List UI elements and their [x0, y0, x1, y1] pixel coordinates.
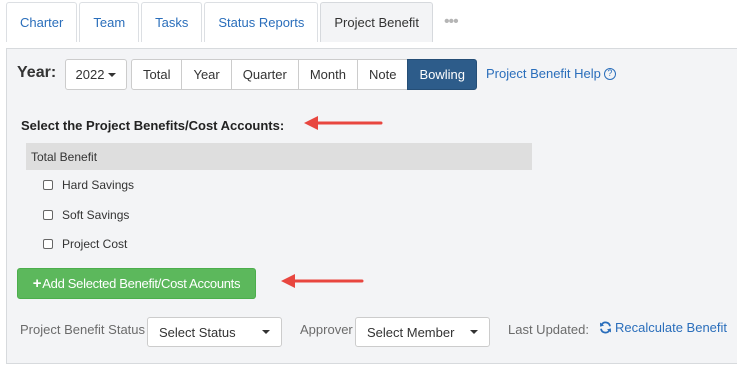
caret-down-icon: [262, 330, 270, 334]
account-soft-savings: Soft Savings: [43, 208, 129, 222]
project-benefit-help-link[interactable]: Project Benefit Help ?: [486, 66, 616, 81]
approver-dropdown[interactable]: Select Member: [355, 317, 490, 347]
view-month-button[interactable]: Month: [297, 59, 358, 90]
view-year-button[interactable]: Year: [181, 59, 232, 90]
account-label: Soft Savings: [62, 208, 130, 222]
tab-bar: Charter Team Tasks Status Reports Projec…: [6, 0, 467, 42]
project-benefit-panel: Year: 2022 Total Year Quarter Month Note…: [6, 48, 737, 364]
plus-icon: +: [32, 275, 42, 292]
project-cost-checkbox[interactable]: [43, 239, 53, 249]
recalculate-label: Recalculate Benefit: [615, 320, 728, 335]
total-benefit-header: Total Benefit: [26, 143, 532, 170]
account-project-cost: Project Cost: [43, 237, 127, 251]
more-tabs-icon[interactable]: •••: [435, 2, 467, 42]
tab-status-reports[interactable]: Status Reports: [204, 2, 319, 42]
help-link-label: Project Benefit Help: [486, 66, 601, 81]
view-bowling-button[interactable]: Bowling: [407, 59, 477, 90]
hard-savings-checkbox[interactable]: [43, 180, 53, 190]
approver-dropdown-value: Select Member: [367, 324, 455, 340]
status-dropdown-value: Select Status: [159, 324, 236, 340]
add-selected-accounts-button[interactable]: + Add Selected Benefit/Cost Accounts: [17, 268, 256, 299]
add-button-label: Add Selected Benefit/Cost Accounts: [42, 276, 241, 291]
account-hard-savings: Hard Savings: [43, 178, 134, 192]
tab-charter[interactable]: Charter: [6, 2, 78, 42]
year-value: 2022: [75, 67, 105, 82]
last-updated-label: Last Updated:: [508, 322, 589, 337]
view-button-group: Total Year Quarter Month Note Bowling: [131, 59, 477, 90]
account-label: Project Cost: [62, 237, 128, 251]
caret-down-icon: [108, 72, 117, 77]
question-circle-icon: ?: [603, 67, 616, 80]
tab-tasks[interactable]: Tasks: [141, 2, 203, 42]
tab-team[interactable]: Team: [79, 2, 140, 42]
refresh-icon: [599, 321, 612, 334]
view-quarter-button[interactable]: Quarter: [230, 59, 299, 90]
annotation-arrow-icon: [281, 274, 364, 288]
year-label: Year:: [17, 64, 57, 81]
view-total-button[interactable]: Total: [131, 59, 183, 90]
account-label: Hard Savings: [62, 178, 135, 192]
project-benefit-status-label: Project Benefit Status: [20, 322, 146, 337]
annotation-arrow-icon: [304, 116, 383, 130]
recalculate-benefit-link[interactable]: Recalculate Benefit: [599, 320, 727, 335]
soft-savings-checkbox[interactable]: [43, 210, 53, 220]
year-dropdown[interactable]: 2022: [65, 59, 127, 90]
view-note-button[interactable]: Note: [356, 59, 409, 90]
caret-down-icon: [470, 330, 478, 334]
section-title: Select the Project Benefits/Cost Account…: [21, 118, 285, 133]
status-dropdown[interactable]: Select Status: [147, 317, 282, 347]
approver-label: Approver: [300, 322, 353, 337]
tab-project-benefit[interactable]: Project Benefit: [320, 2, 433, 42]
